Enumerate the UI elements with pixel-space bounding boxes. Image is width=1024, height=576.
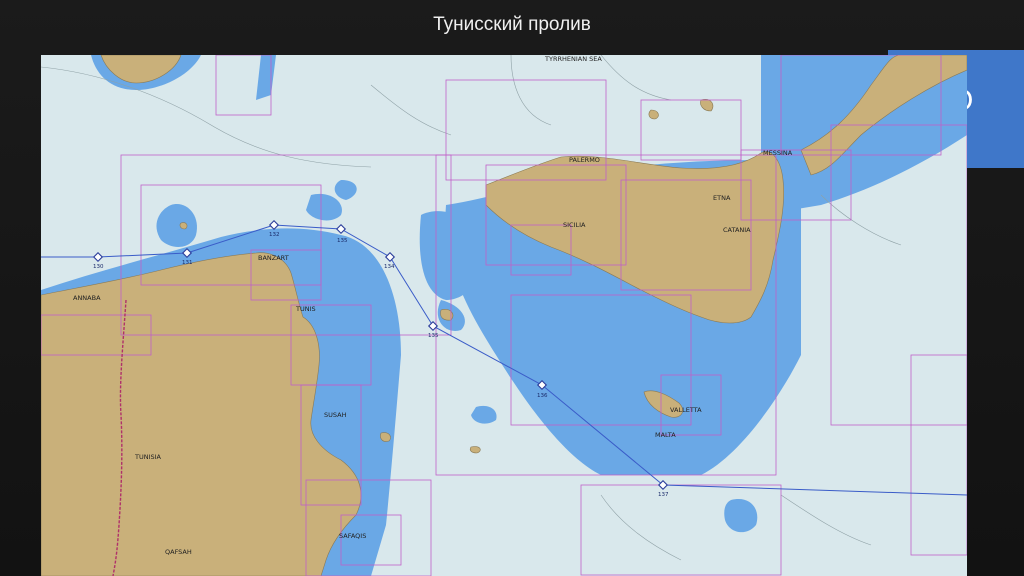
waypoint-label: 137 [658,492,669,498]
waypoint-label: 132 [269,232,280,238]
label-messina: MESSINA [763,149,793,157]
label-tyrrhenian-sea: TYRRHENIAN SEA [544,55,602,63]
label-malta: MALTA [655,431,676,439]
waypoint-label: 135 [337,238,348,244]
label-tunisia: TUNISIA [134,453,162,461]
label-palermo: PALERMO [569,156,600,164]
waypoint-label: 134 [384,264,395,270]
waypoint-label: 135 [428,333,439,339]
label-qafsah: QAFSAH [165,548,192,556]
label-banzart: BANZART [258,254,289,262]
waypoint-130[interactable] [92,251,104,263]
slide-title: Тунисский пролив [433,14,591,35]
waypoint-label: 130 [93,264,104,270]
waypoint-label: 131 [182,260,193,266]
label-annaba: ANNABA [73,294,101,302]
waypoint-134[interactable] [384,251,396,263]
waypoint-135a[interactable] [335,223,347,235]
label-tunis: TUNIS [295,305,316,313]
waypoint-label: 136 [537,393,548,399]
label-safaqis: SAFAQIS [339,532,366,540]
label-valletta: VALLETTA [670,406,702,414]
label-catania: CATANIA [723,226,751,234]
label-etna: ETNA [713,194,731,202]
nautical-chart[interactable]: 130 131 132 135 134 135 136 137 TYRRHENI… [41,55,967,576]
label-sicilia: SICILIA [563,221,586,229]
waypoint-132[interactable] [268,219,280,231]
label-susah: SUSAH [324,411,347,419]
chart-canvas: 130 131 132 135 134 135 136 137 TYRRHENI… [41,55,967,576]
